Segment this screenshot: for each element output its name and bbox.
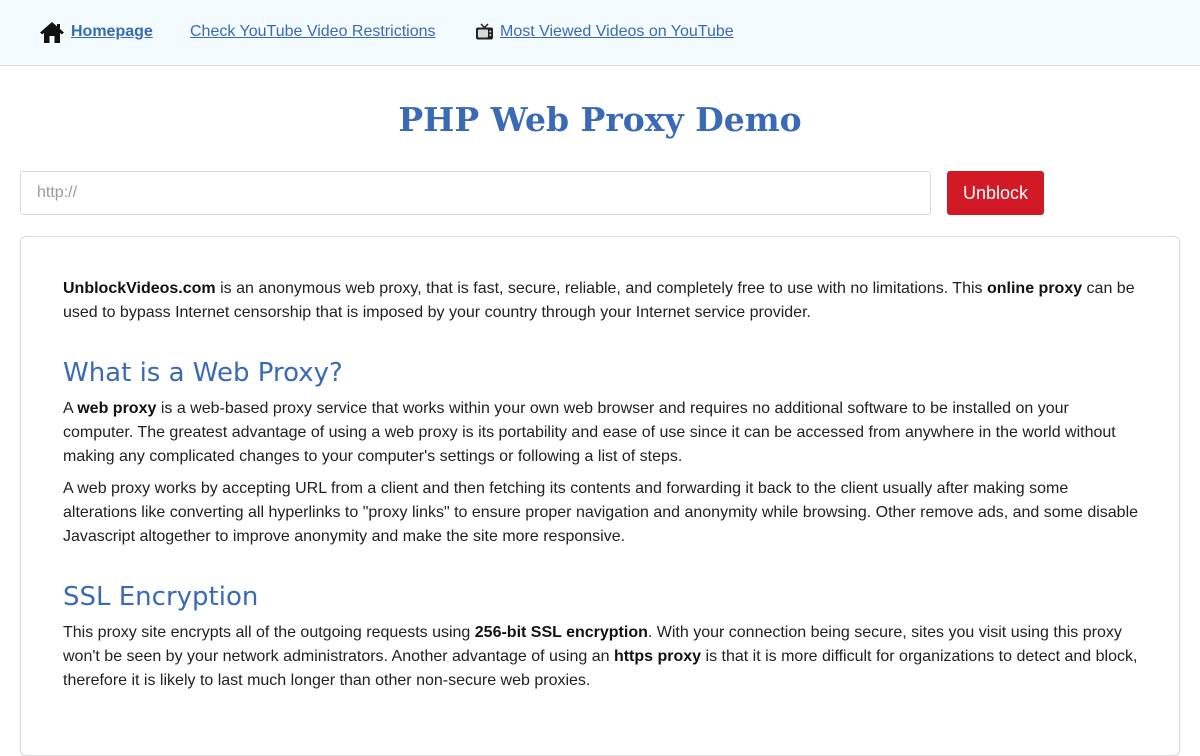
brand-name: UnblockVideos.com [63,280,216,297]
nav-link-most-viewed-label: Most Viewed Videos on YouTube [500,23,734,40]
web-proxy-paragraph-2: A web proxy works by accepting URL from … [63,480,1139,545]
nav-link-homepage-label: Homepage [71,23,153,40]
intro-paragraph: UnblockVideos.com is an anonymous web pr… [63,280,1135,321]
nav-link-most-viewed[interactable]: Most Viewed Videos on YouTube [475,20,734,44]
content-body: UnblockVideos.com is an anonymous web pr… [63,277,1143,693]
url-input[interactable] [20,171,931,215]
tv-icon [476,23,493,40]
nav-link-video-restrictions[interactable]: Check YouTube Video Restrictions [190,20,435,44]
top-navigation: Homepage Check YouTube Video Restriction… [0,0,1200,66]
web-proxy-paragraph-1: A web proxy is a web-based proxy service… [63,400,1116,465]
ssl-paragraph: This proxy site encrypts all of the outg… [63,624,1138,689]
heading-web-proxy: What is a Web Proxy? [63,358,343,388]
unblock-button[interactable]: Unblock [947,171,1044,215]
nav-link-homepage[interactable]: Homepage [39,20,153,44]
content-card: UnblockVideos.com is an anonymous web pr… [20,236,1180,756]
page-title: PHP Web Proxy Demo [398,100,802,139]
home-icon [40,22,64,43]
heading-ssl-encryption: SSL Encryption [63,582,259,612]
nav-link-restrictions-label: Check YouTube Video Restrictions [190,23,436,40]
